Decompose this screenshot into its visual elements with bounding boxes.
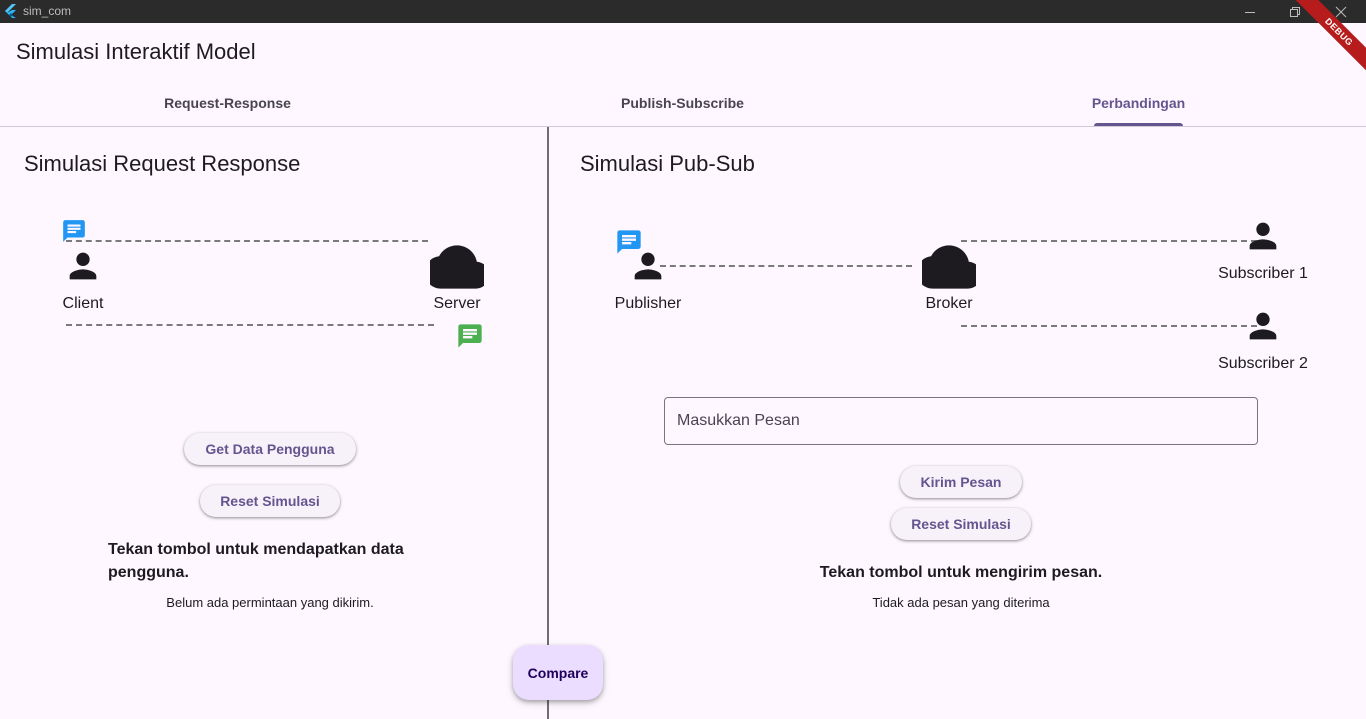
- subscriber1-line: [961, 240, 1257, 242]
- request-response-status: Belum ada permintaan yang dikirim.: [166, 595, 374, 610]
- window-titlebar: sim_com: [0, 0, 1366, 23]
- subscriber2-label: Subscriber 2: [1218, 355, 1308, 372]
- compare-fab[interactable]: Compare: [513, 645, 603, 700]
- subscriber2-person-icon: [1249, 312, 1277, 340]
- publisher-label: Publisher: [614, 295, 682, 312]
- message-input[interactable]: [664, 397, 1258, 445]
- pubsub-reset-simulation-button[interactable]: Reset Simulasi: [891, 508, 1031, 540]
- tab-indicator: [1094, 123, 1183, 126]
- request-response-instruction: Tekan tombol untuk mendapatkan data peng…: [108, 541, 404, 581]
- subscriber1-label: Subscriber 1: [1218, 265, 1308, 282]
- response-message-icon: [458, 324, 482, 348]
- request-line: [66, 240, 428, 242]
- request-response-title: Simulasi Request Response: [24, 151, 301, 176]
- broker-label: Broker: [925, 295, 973, 312]
- client-label: Client: [62, 295, 104, 312]
- reset-simulation-button[interactable]: Reset Simulasi: [200, 485, 340, 517]
- subscriber1-person-icon: [1249, 222, 1277, 250]
- flutter-logo-icon: [5, 4, 16, 18]
- broker-cloud-icon: [922, 245, 976, 289]
- get-data-button[interactable]: Get Data Pengguna: [184, 433, 356, 465]
- tab-bar: Request-Response Publish-Subscribe Perba…: [0, 80, 1366, 127]
- close-icon: [1335, 6, 1347, 17]
- publish-line: [660, 265, 912, 267]
- response-line: [66, 324, 434, 326]
- tab-request-response[interactable]: Request-Response: [0, 80, 455, 126]
- minimize-button[interactable]: [1227, 0, 1273, 23]
- server-label: Server: [433, 295, 481, 312]
- panel-divider: [547, 127, 549, 719]
- tab-perbandingan[interactable]: Perbandingan: [911, 80, 1366, 126]
- subscriber2-line: [961, 325, 1257, 327]
- restore-icon: [1290, 6, 1300, 17]
- window-title: sim_com: [23, 4, 72, 18]
- send-message-button[interactable]: Kirim Pesan: [900, 466, 1022, 498]
- pub-sub-status: Tidak ada pesan yang diterima: [872, 595, 1050, 610]
- page-title: Simulasi Interaktif Model: [16, 39, 256, 64]
- pub-sub-instruction: Tekan tombol untuk mengirim pesan.: [819, 564, 1103, 581]
- minimize-icon: [1245, 11, 1255, 13]
- server-cloud-icon: [430, 245, 484, 289]
- tab-publish-subscribe[interactable]: Publish-Subscribe: [455, 80, 910, 126]
- client-person-icon: [69, 252, 97, 280]
- pub-sub-title: Simulasi Pub-Sub: [580, 151, 755, 176]
